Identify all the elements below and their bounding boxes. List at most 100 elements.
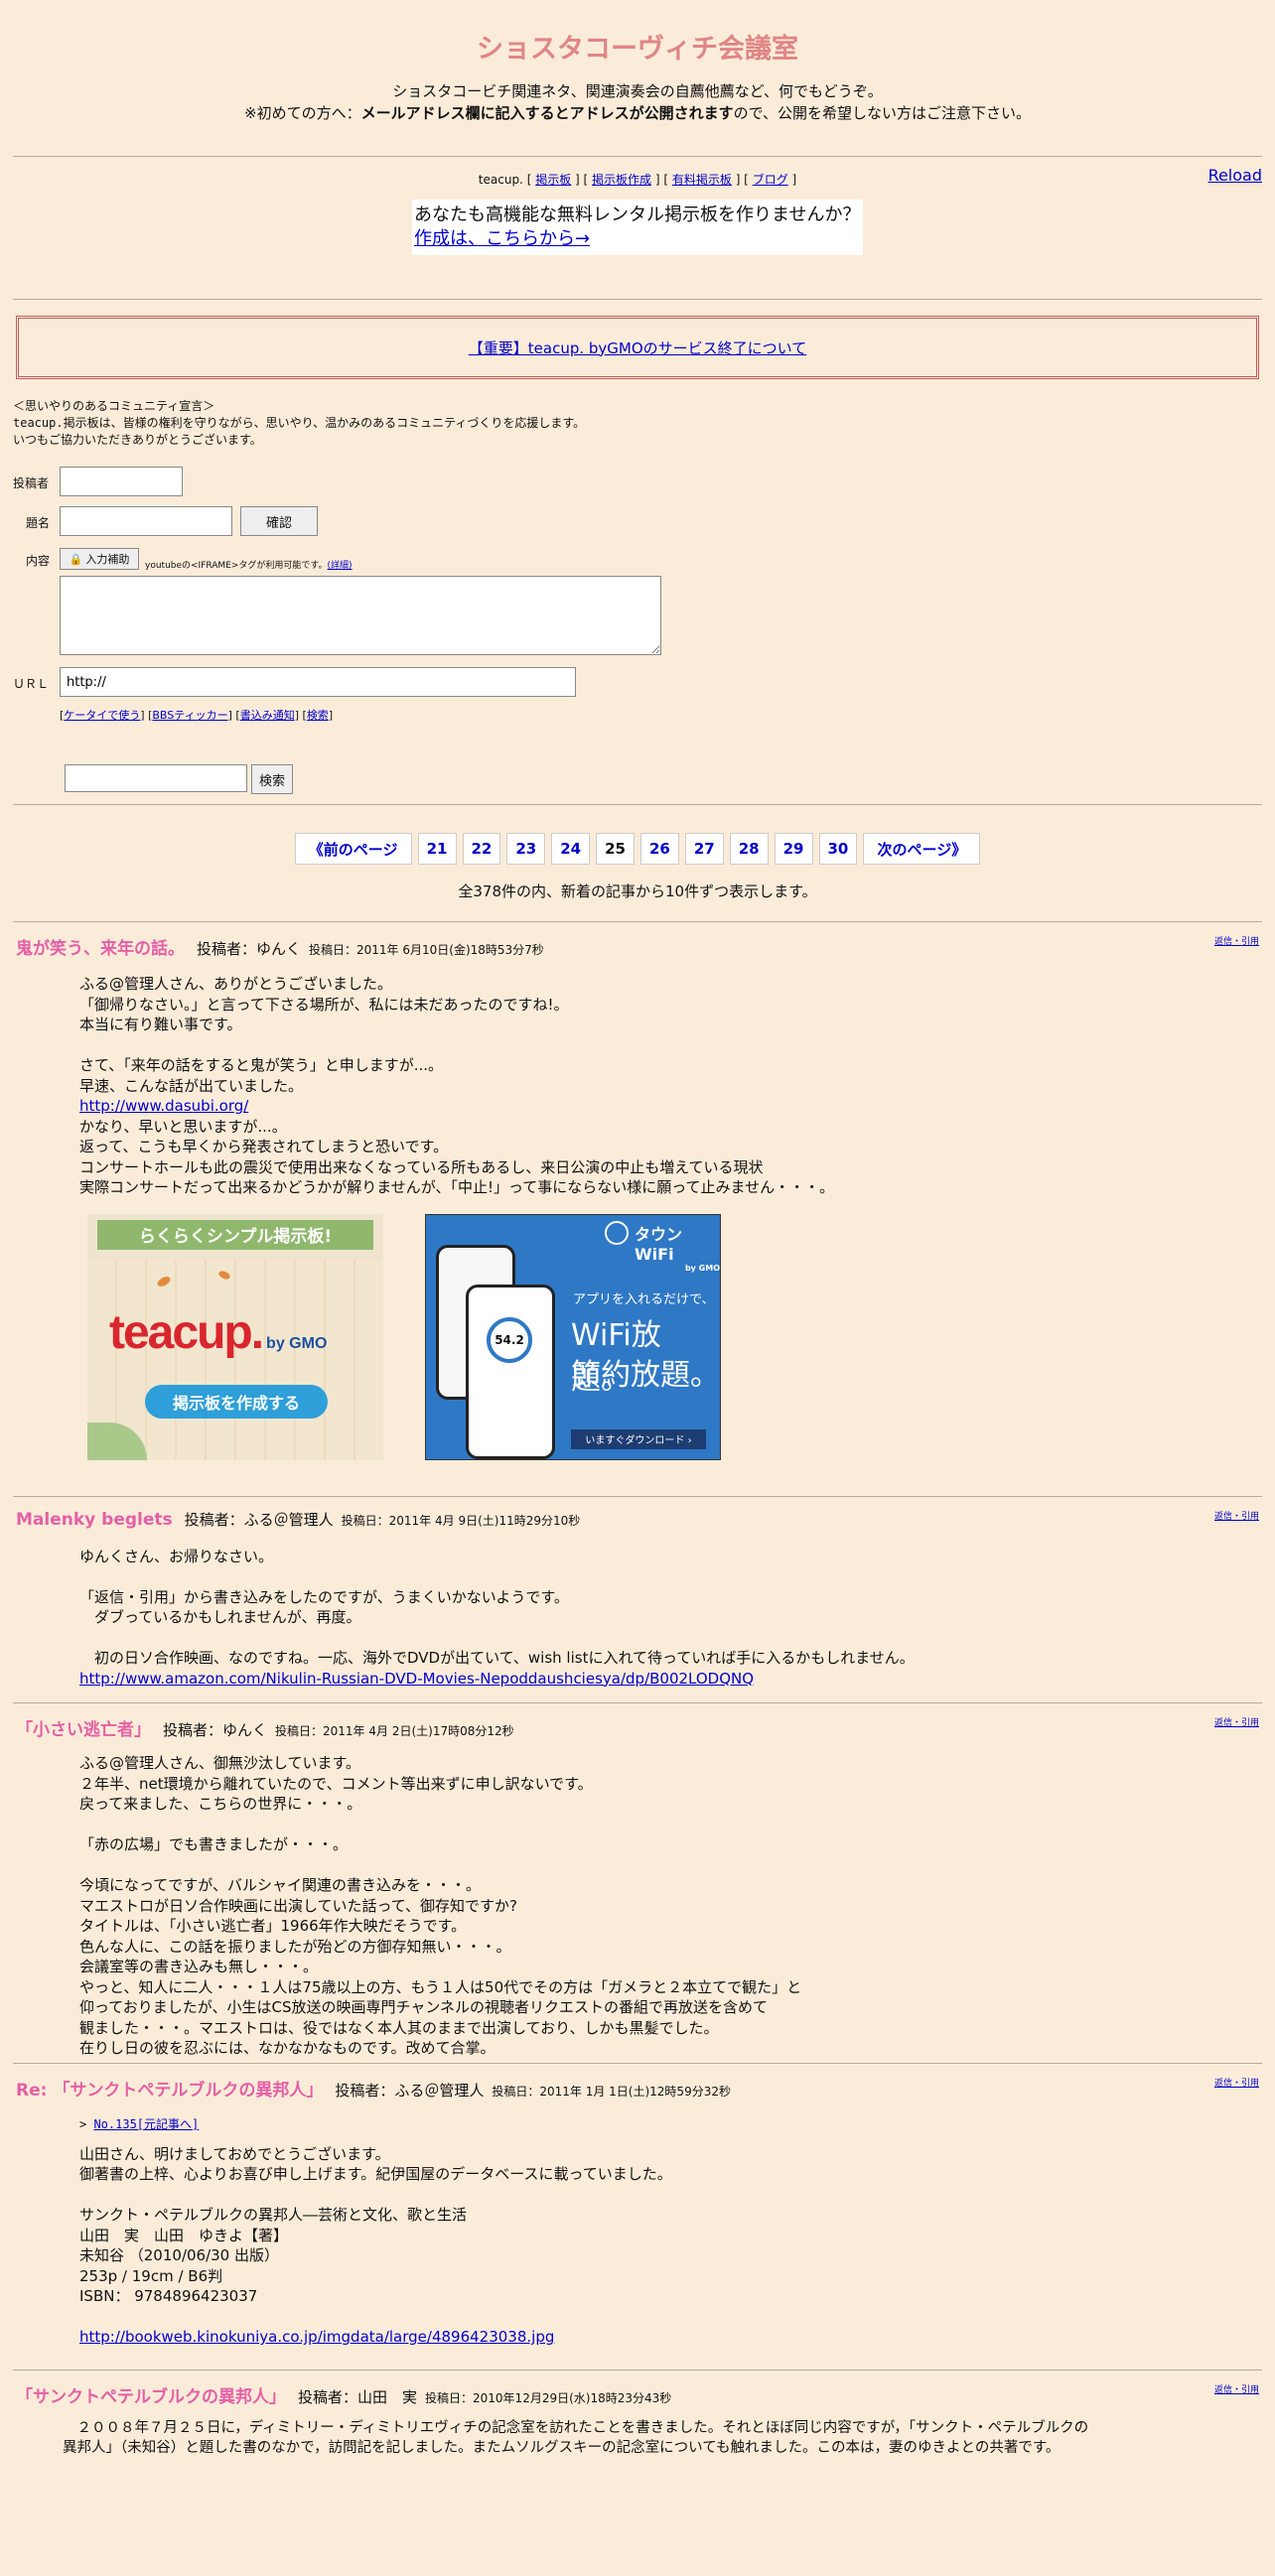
- search-link[interactable]: 検索: [307, 709, 329, 722]
- teacup-logo-text: teacup.: [109, 1305, 264, 1359]
- intro: ショスタコービチ関連ネタ、関連演奏会の自薦他薦など、何でもどうぞ。 ※初めての方…: [0, 80, 1275, 124]
- post-body: 山田さん、明けましておめでとうございます。 御著書の上梓、心よりお喜び申し上げま…: [79, 2144, 1262, 2348]
- mobile-link[interactable]: ケータイで使う: [64, 709, 140, 722]
- post-notify-link[interactable]: 書込み通知: [240, 709, 295, 722]
- page-26[interactable]: 26: [640, 833, 679, 865]
- page-22[interactable]: 22: [462, 833, 501, 865]
- search-input[interactable]: [65, 764, 247, 792]
- intro-warning: メールアドレス欄に記入するとアドレスが公開されます: [360, 104, 734, 122]
- service-end-notice: 【重要】teacup. byGMOのサービス終了について: [16, 316, 1259, 379]
- pagination: 《前のページ 21 22 23 24 25 26 27 28 29 30 次のペ…: [0, 833, 1275, 867]
- page-title: ショスタコーヴィチ会議室: [477, 34, 798, 65]
- reply-quote-link[interactable]: 返信・引用: [1214, 934, 1259, 947]
- page-21[interactable]: 21: [417, 833, 457, 865]
- url-label: ＵＲＬ: [13, 677, 50, 691]
- banner-create-button: 掲示板を作成する: [145, 1384, 328, 1419]
- nav-link-paid-board[interactable]: 有料掲示板: [672, 173, 732, 187]
- post-date: 投稿日：2011年 4月 2日(土)17時08分12秒: [275, 1724, 514, 1738]
- quote-ref: > No.135[元記事へ]: [79, 2116, 200, 2131]
- teacup-nav-prefix: teacup. [: [478, 173, 532, 187]
- declaration-title: ＜思いやりのあるコミュニティ宣言＞: [13, 399, 215, 413]
- help-links: [ケータイで使う] [BBSティッカー] [書込み通知] [検索]: [60, 709, 334, 722]
- town-wifi-banner[interactable]: タウンWiFi by GMO 54.2 アプリを入れるだけで、 WiFi放題。 節…: [425, 1213, 721, 1460]
- post-link[interactable]: http://www.dasubi.org/: [79, 1097, 248, 1115]
- next-page-button[interactable]: 次のページ》: [863, 833, 981, 865]
- banner-download-button: いますぐダウンロード ›: [571, 1428, 706, 1449]
- post-body: ふる@管理人さん、ありがとうございました。 「御帰りなさい。」と言って下さる場所…: [79, 974, 1262, 1198]
- brand-by: by GMO: [684, 1263, 720, 1273]
- nav-link-blog[interactable]: ブログ: [753, 173, 788, 187]
- intro-line-1: ショスタコービチ関連ネタ、関連演奏会の自薦他薦など、何でもどうぞ。: [392, 82, 883, 100]
- search-button[interactable]: 検索: [251, 764, 293, 794]
- post-author: 投稿者：ゆんく: [197, 940, 302, 958]
- post-body: ゆんくさん、お帰りなさい。 「返信・引用」から書き込みをしたのですが、うまくいか…: [79, 1547, 1262, 1690]
- confirm-button[interactable]: 確認: [240, 506, 318, 536]
- teacup-mono: teacup.: [13, 416, 64, 430]
- reply-quote-link[interactable]: 返信・引用: [1214, 1509, 1259, 1522]
- post-author: 投稿者：ふる＠管理人: [335, 2081, 485, 2100]
- original-post-link[interactable]: No.135[元記事へ]: [93, 2117, 199, 2131]
- post-title: 「サンクトペテルブルクの異邦人」: [16, 2386, 286, 2407]
- post-link[interactable]: http://www.amazon.com/Nikulin-Russian-DV…: [79, 1670, 754, 1688]
- page-24[interactable]: 24: [551, 833, 591, 865]
- banner-headline: らくらくシンプル掲示板!: [97, 1219, 373, 1250]
- ad-text: あなたも高機能な無料レンタル掲示板を作りませんか？: [414, 204, 861, 225]
- post: 鬼が笑う、来年の話。 投稿者：ゆんく 投稿日：2011年 6月10日(金)18時…: [0, 922, 1275, 1460]
- divider: [13, 156, 1262, 157]
- post: 「小さい逃亡者」 投稿者：ゆんく 投稿日：2011年 4月 2日(土)17時08…: [0, 1703, 1275, 2059]
- subject-input[interactable]: [60, 506, 232, 536]
- page-30[interactable]: 30: [818, 833, 858, 865]
- reply-quote-link[interactable]: 返信・引用: [1214, 1715, 1259, 1728]
- iframe-note: youtubeの<IFRAME>タグが利用可能です。(詳細): [145, 558, 353, 571]
- post-text: 山田さん、明けましておめでとうございます。 御著書の上梓、心よりお喜び申し上げま…: [79, 2144, 672, 2306]
- content-textarea[interactable]: [60, 576, 661, 655]
- nav-link-create-board[interactable]: 掲示板作成: [592, 173, 651, 187]
- iframe-note-text: youtubeの<IFRAME>タグが利用可能です。: [145, 561, 328, 571]
- post-author: 投稿者：ふる＠管理人: [184, 1510, 334, 1529]
- reload-link[interactable]: Reload: [1208, 166, 1262, 185]
- post-date: 投稿日：2010年12月29日(水)18時23分43秒: [425, 2390, 672, 2405]
- banner-tagline: アプリを入れるだけで、: [573, 1291, 715, 1307]
- teacup-banner[interactable]: らくらくシンプル掲示板! teacup. by GMO 掲示板を作成する: [87, 1213, 383, 1460]
- ad-banners: らくらくシンプル掲示板! teacup. by GMO 掲示板を作成する タウンW…: [87, 1213, 1262, 1460]
- banner-saving-slogan: 節約放題。: [571, 1357, 720, 1393]
- post-text: ふる@管理人さん、ありがとうございました。 「御帰りなさい。」と言って下さる場所…: [79, 975, 569, 1095]
- post-title: 「小さい逃亡者」: [16, 1720, 151, 1740]
- page-29[interactable]: 29: [774, 833, 813, 865]
- community-declaration: ＜思いやりのあるコミュニティ宣言＞ teacup.掲示板は、皆様の権利を守りなが…: [13, 398, 1275, 449]
- post-header: Malenky beglets 投稿者：ふる＠管理人 投稿日：2011年 4月 …: [13, 1497, 1262, 1539]
- page-23[interactable]: 23: [506, 833, 546, 865]
- post-date: 投稿日：2011年 6月10日(金)18時53分7秒: [309, 943, 544, 957]
- brand-name: タウンWiFi: [635, 1224, 683, 1264]
- intro-line-2: ※初めての方へ：メールアドレス欄に記入するとアドレスが公開されますので、公開を希…: [0, 102, 1275, 124]
- teacup-nav: teacup. [ 掲示板 ] [ 掲示板作成 ] [ 有料掲示板 ] [ ブロ…: [478, 173, 797, 187]
- divider: [13, 804, 1262, 805]
- teacup-logo: teacup. by GMO: [109, 1305, 327, 1360]
- speed-gauge: 54.2: [487, 1316, 532, 1363]
- post-body: ふる@管理人さん、御無沙汰しています。 ２年半、net環境から離れていたので、コ…: [79, 1754, 802, 2057]
- reply-quote-link[interactable]: 返信・引用: [1214, 2382, 1259, 2395]
- service-end-link[interactable]: 【重要】teacup. byGMOのサービス終了について: [469, 338, 806, 358]
- prev-page-button[interactable]: 《前のページ: [294, 833, 412, 865]
- input-assist-label: 入力補助: [85, 553, 130, 566]
- post: Malenky beglets 投稿者：ふる＠管理人 投稿日：2011年 4月 …: [0, 1497, 1275, 1690]
- ad-create-link[interactable]: 作成は、こちらから→: [414, 228, 590, 249]
- post: Re: 「サンクトペテルブルクの異邦人」 投稿者：ふる＠管理人 投稿日：2011…: [0, 2064, 1275, 2348]
- nav-link-board[interactable]: 掲示板: [535, 173, 571, 187]
- page-28[interactable]: 28: [729, 833, 769, 865]
- iframe-detail-link[interactable]: (詳細): [328, 561, 353, 571]
- url-input[interactable]: [60, 667, 576, 697]
- post-date: 投稿日：2011年 1月 1日(土)12時59分32秒: [492, 2084, 731, 2099]
- post-link[interactable]: http://bookweb.kinokuniya.co.jp/imgdata/…: [79, 2328, 554, 2346]
- post-text-continued: かなり、早いと思いますが...。 返って、こうも早くから発表されてしまうと恐いで…: [79, 1117, 835, 1196]
- phone-front: 54.2: [466, 1284, 555, 1459]
- author-input[interactable]: [60, 467, 183, 496]
- intro-suffix: ので、公開を希望しない方はご注意下さい。: [733, 104, 1031, 122]
- reply-quote-link[interactable]: 返信・引用: [1214, 2076, 1259, 2089]
- intro-prefix: ※初めての方へ：: [244, 104, 361, 122]
- post-title: Malenky beglets: [16, 1509, 173, 1530]
- page-27[interactable]: 27: [684, 833, 724, 865]
- by-gmo-text: by GMO: [266, 1334, 328, 1352]
- input-assist-button[interactable]: 🔒 入力補助: [60, 548, 139, 570]
- bbs-ticker-link[interactable]: BBSティッカー: [152, 709, 227, 722]
